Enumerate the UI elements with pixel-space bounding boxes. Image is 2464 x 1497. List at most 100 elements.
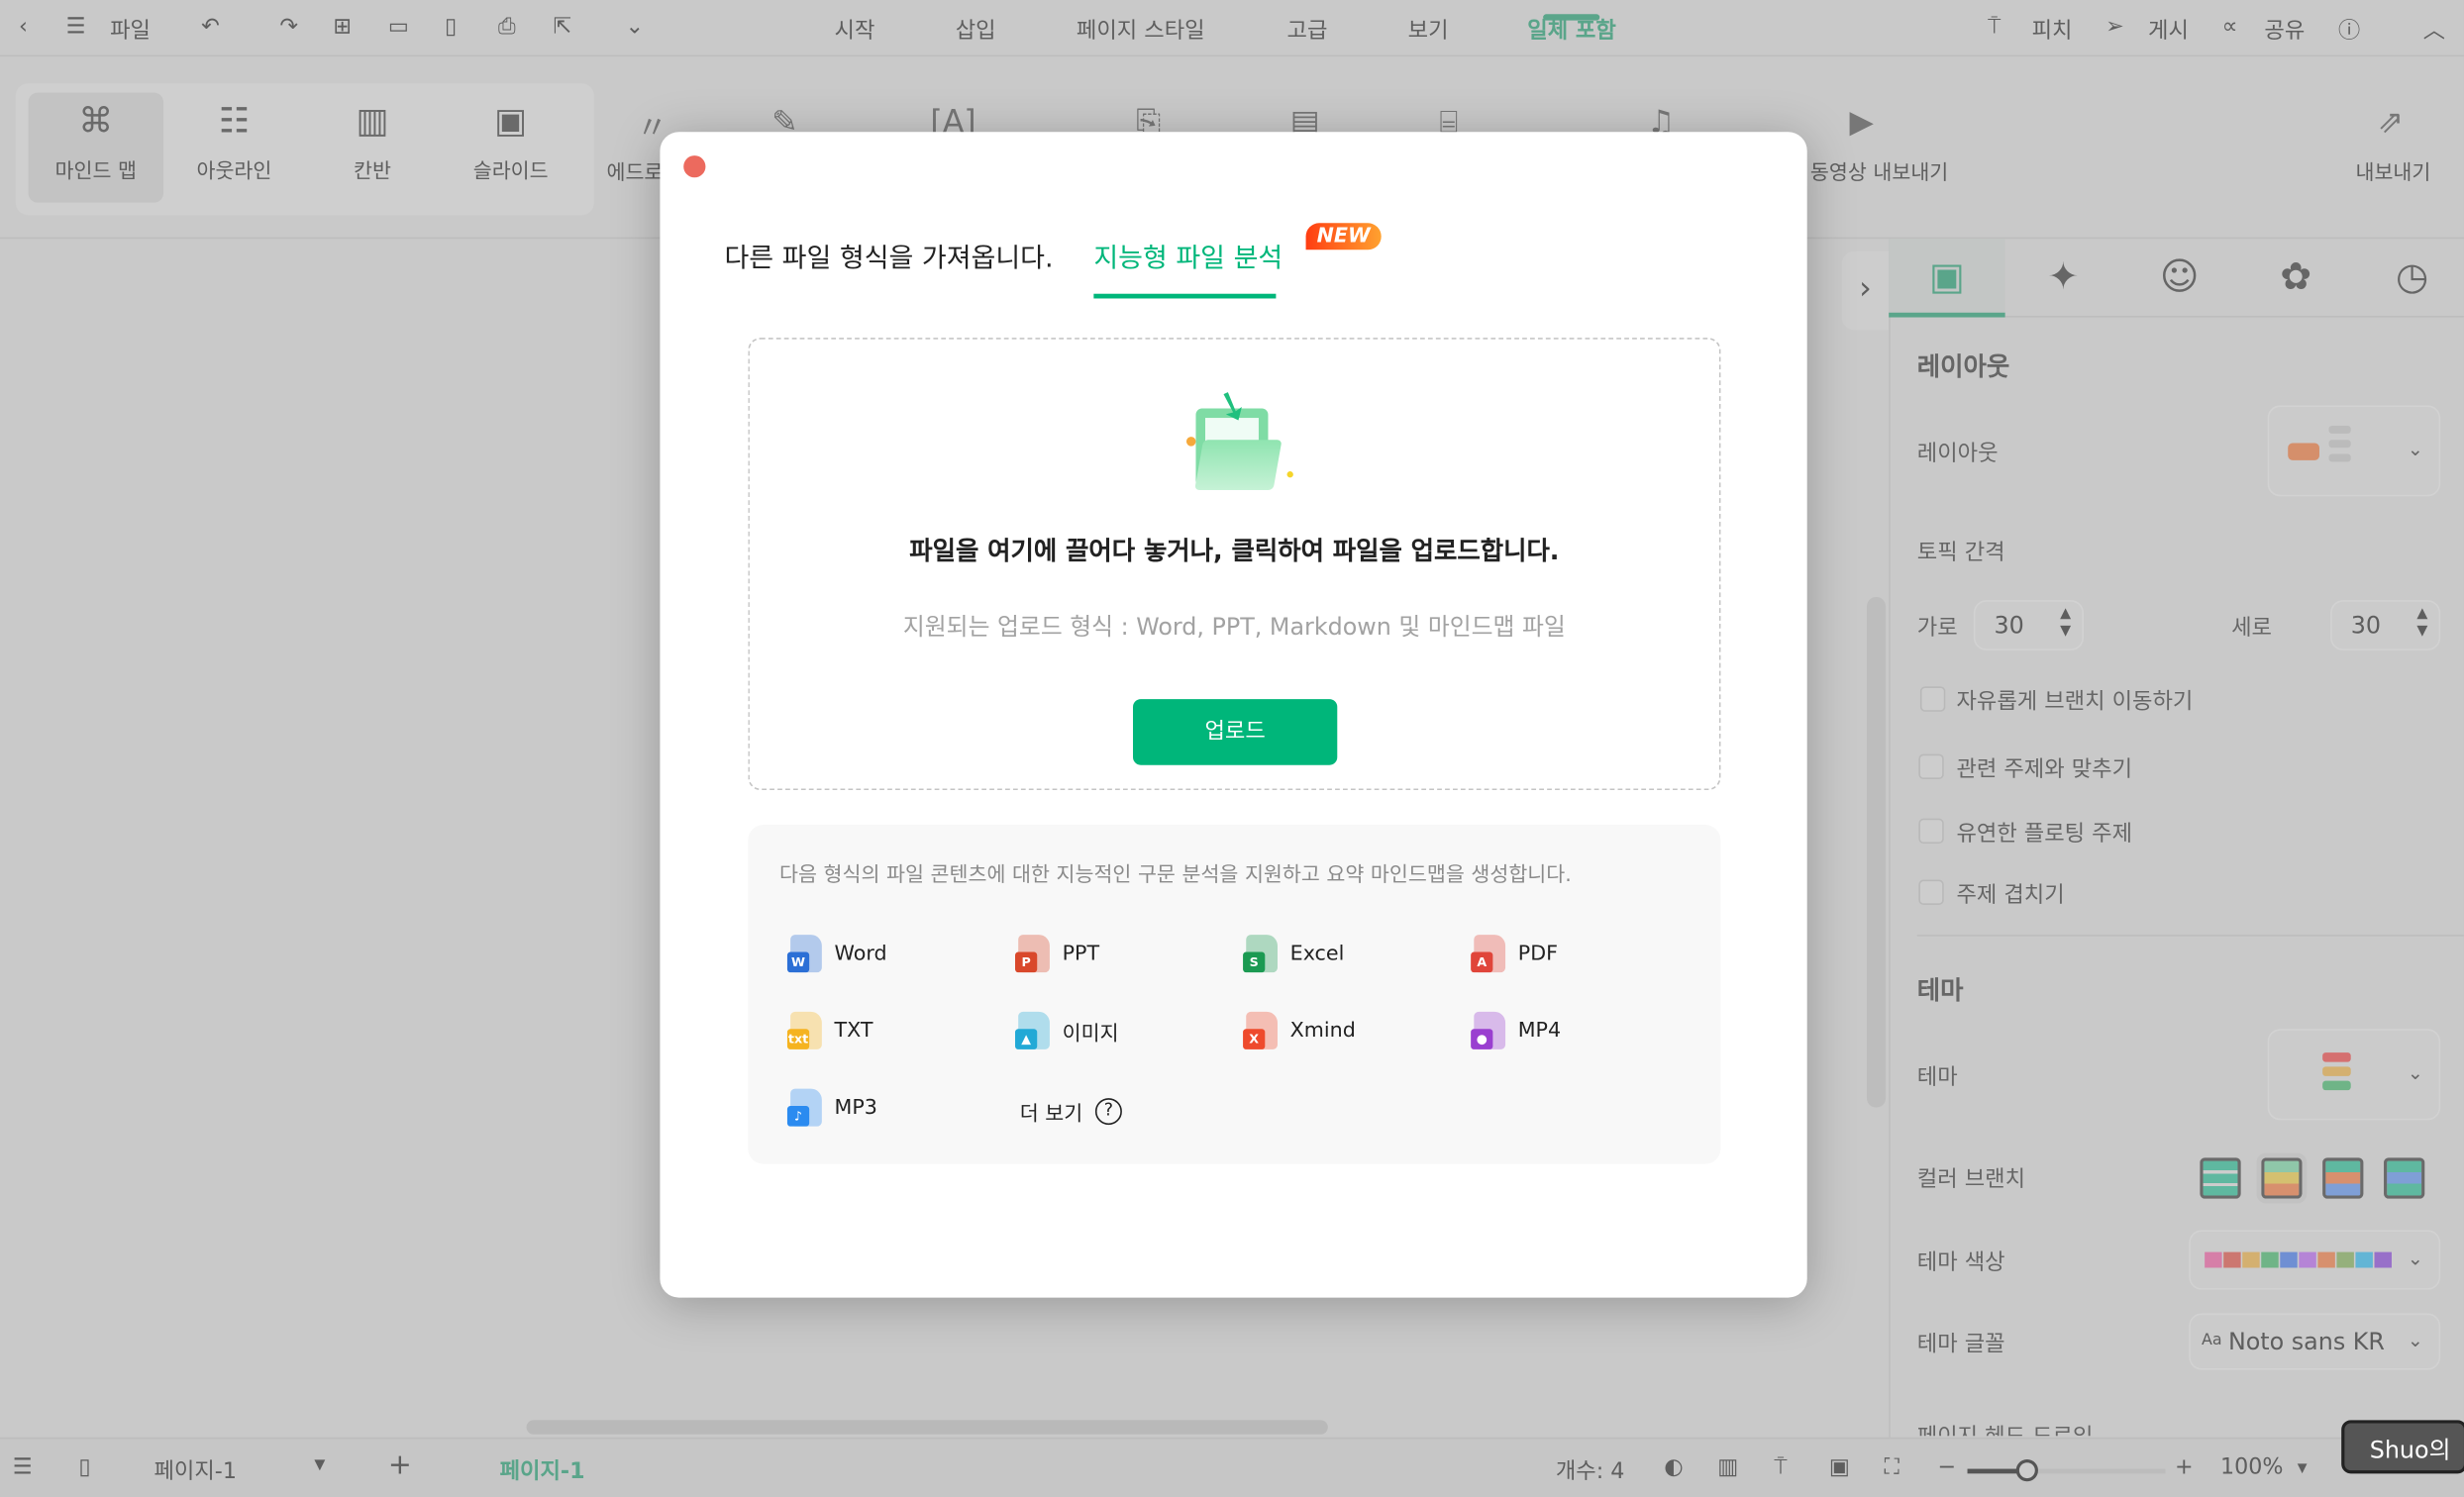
theme-color-dropdown[interactable]: ⌄ — [2189, 1230, 2441, 1290]
mouse-icon[interactable]: ◐ — [1664, 1454, 1683, 1479]
checkbox-align-related[interactable] — [1918, 753, 1944, 780]
add-page-icon[interactable]: + — [388, 1448, 412, 1481]
format-item-pdf: A PDF — [1471, 935, 1558, 973]
page-select-value: 페이지-1 — [154, 1459, 237, 1485]
video-export-button[interactable]: 동영상 내보내기 — [1810, 155, 1948, 185]
undo-icon[interactable]: ↶ — [201, 14, 220, 39]
redo-icon[interactable]: ↷ — [279, 14, 298, 39]
menu-icon[interactable]: ☰ — [66, 14, 86, 39]
fullscreen-icon[interactable]: ⛶ — [1884, 1454, 1899, 1479]
file-drop-zone[interactable]: ➘ 파일을 여기에 끌어다 놓거나, 클릭하여 파일을 업로드합니다. 지원되는… — [748, 338, 1721, 791]
format-label: MP4 — [1517, 1018, 1562, 1043]
chevron-down-icon: ⌄ — [2407, 1329, 2423, 1351]
panel-toggle-chevron-icon[interactable]: › — [1841, 250, 1890, 331]
horizontal-scrollbar[interactable] — [526, 1420, 1328, 1435]
export-share-icon[interactable]: ⇗ — [2378, 102, 2405, 140]
stepper-arrows-icon[interactable]: ▲ ▼ — [2060, 606, 2071, 641]
view-label: 칸반 — [354, 159, 392, 184]
palette-swatch — [2374, 1251, 2392, 1268]
tab-page-style[interactable]: 페이지 스타일 — [1077, 14, 1205, 46]
theme-label: 테마 — [1916, 1064, 1958, 1091]
zoom-out-icon[interactable]: − — [1937, 1454, 1956, 1479]
view-mindmap[interactable]: ⌘ 마인드 맵 — [28, 92, 164, 203]
checkbox-label: 관련 주제와 맞추기 — [1956, 756, 2133, 783]
export-icon[interactable]: ⇱ — [554, 14, 572, 39]
help-icon[interactable]: ⓘ — [2338, 14, 2360, 46]
tab-view[interactable]: 보기 — [1408, 14, 1449, 46]
save-icon[interactable]: ▯ — [445, 14, 457, 39]
file-menu[interactable]: 파일 — [110, 14, 151, 46]
color-branch-option-1[interactable] — [2200, 1157, 2241, 1199]
theme-dropdown[interactable]: ⌄ — [2267, 1029, 2441, 1121]
publish-icon[interactable]: ➢ — [2105, 14, 2124, 39]
checkbox-free-branch[interactable] — [1919, 686, 1946, 712]
fit-page-icon[interactable]: ▣ — [1829, 1454, 1850, 1479]
view-slide[interactable]: ▣ 슬라이드 — [443, 93, 577, 203]
tab-start[interactable]: 시작 — [835, 14, 875, 46]
checkbox-overlap[interactable] — [1918, 879, 1944, 905]
pitch-button[interactable]: 피치 — [2032, 14, 2073, 46]
tab-smart-file-analysis[interactable]: 지능형 파일 분석 — [1093, 236, 1283, 275]
zoom-level[interactable]: 100% — [2220, 1454, 2284, 1479]
history-tab-icon[interactable]: ◷ — [2354, 239, 2464, 317]
tab-insert[interactable]: 삽입 — [956, 14, 996, 46]
color-branch-option-2[interactable] — [2256, 1152, 2308, 1204]
back-icon[interactable]: ‹ — [19, 14, 28, 39]
word-file-icon: W — [786, 935, 822, 973]
zoom-in-icon[interactable]: + — [2175, 1454, 2194, 1479]
new-icon[interactable]: ⊞ — [333, 14, 352, 39]
color-branch-option-4[interactable] — [2384, 1157, 2425, 1199]
more-icon[interactable]: ⌄ — [626, 14, 645, 39]
collapse-icon[interactable]: ︿ — [2423, 14, 2445, 46]
view-kanban[interactable]: ▥ 칸반 — [305, 93, 440, 203]
tab-import-other-formats[interactable]: 다른 파일 형식을 가져옵니다. — [724, 236, 1053, 275]
video-export-icon[interactable]: ▶ — [1850, 102, 1874, 140]
theme-font-label: 테마 글꼴 — [1916, 1332, 2005, 1357]
book-icon[interactable]: ▥ — [1717, 1454, 1738, 1479]
emoji-tab-icon[interactable]: ☺ — [2121, 239, 2237, 317]
tab-advanced[interactable]: 고급 — [1287, 14, 1328, 46]
outline-locate-icon[interactable]: ☰ — [13, 1454, 33, 1479]
pitch-icon[interactable]: ⍑ — [1988, 14, 2001, 39]
open-folder-icon[interactable]: ▭ — [388, 14, 409, 39]
presentation-icon[interactable]: ⍑ — [1774, 1454, 1787, 1479]
outline-icon: ☷ — [218, 102, 251, 142]
upload-button[interactable]: 업로드 — [1133, 699, 1338, 765]
layout-dropdown[interactable]: ⌄ — [2267, 405, 2441, 497]
color-branch-option-3[interactable] — [2322, 1157, 2364, 1199]
layout-preview-icon — [2288, 443, 2319, 460]
close-button[interactable] — [683, 155, 706, 178]
zoom-slider-handle[interactable] — [2015, 1459, 2038, 1482]
layout-preview-branches — [2328, 425, 2351, 434]
share-button[interactable]: 공유 — [2264, 14, 2305, 46]
view-outline[interactable]: ☷ 아웃라인 — [166, 93, 301, 203]
vertical-spacing-stepper[interactable]: 30 ▲ ▼ — [2330, 600, 2441, 650]
theme-tab-icon[interactable]: ✿ — [2237, 239, 2353, 317]
layout-tab-icon[interactable]: ▣ — [1889, 239, 2005, 318]
horizontal-value: 30 — [1994, 611, 2024, 640]
print-icon[interactable]: ⎙ — [498, 14, 516, 39]
mp4-file-icon: ● — [1471, 1011, 1506, 1049]
new-badge: NEW — [1305, 223, 1382, 250]
kanban-icon: ▥ — [356, 102, 389, 142]
supported-formats-text: 지원되는 업로드 형식 : Word, PPT, Markdown 및 마인드맵… — [902, 612, 1566, 642]
page-select[interactable]: 페이지-1 ▼ — [139, 1446, 343, 1493]
mindmap-icon: ⌘ — [78, 102, 114, 142]
export-button[interactable]: 내보내기 — [2355, 155, 2430, 185]
palette-swatch — [2242, 1251, 2260, 1268]
zoom-slider[interactable] — [1967, 1459, 2166, 1482]
panel-toggle-icon[interactable]: ▯ — [78, 1454, 90, 1479]
more-formats-link[interactable]: 더 보기? — [1020, 1097, 1122, 1127]
canvas-scrollbar[interactable] — [1866, 596, 1887, 1108]
stepper-arrows-icon[interactable]: ▲ ▼ — [2416, 606, 2427, 641]
horizontal-spacing-stepper[interactable]: 30 ▲ ▼ — [1973, 600, 2084, 650]
format-label: Word — [834, 942, 887, 966]
page-tab-1[interactable]: 페이지-1 — [500, 1454, 585, 1486]
theme-font-dropdown[interactable]: Aa Noto sans KR ⌄ — [2189, 1313, 2441, 1370]
share-icon[interactable]: ∝ — [2222, 14, 2238, 39]
view-label: 아웃라인 — [196, 159, 272, 184]
checkbox-flexible-floating[interactable] — [1918, 818, 1944, 845]
publish-button[interactable]: 게시 — [2148, 14, 2189, 46]
ai-sparkle-tab-icon[interactable]: ✦ — [2005, 239, 2121, 317]
help-circle-icon[interactable]: ? — [1094, 1098, 1122, 1126]
